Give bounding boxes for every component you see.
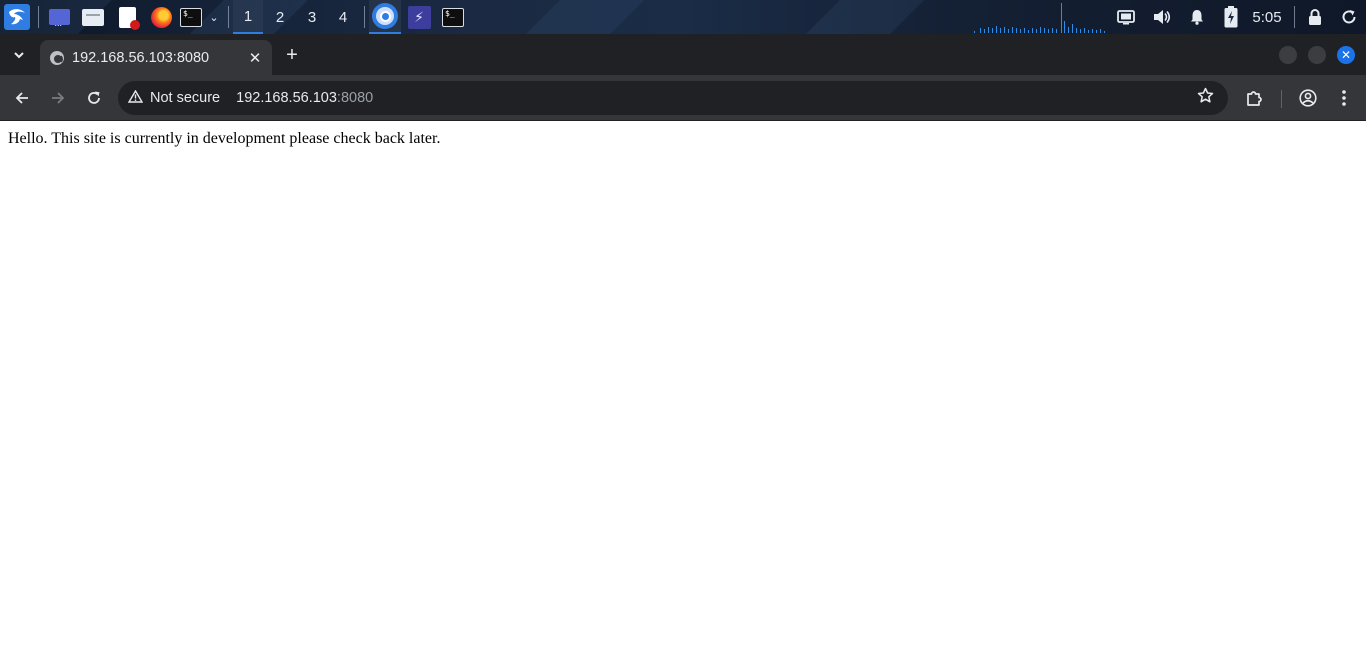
burp-icon: ⚡ [407,5,431,29]
taskbar-chromium-window[interactable] [369,0,401,34]
workspace-3[interactable]: 3 [297,0,327,34]
page-content: Hello. This site is currently in develop… [0,122,1366,654]
close-icon: ✕ [1340,48,1352,62]
taskbar-terminal-window[interactable]: $_ [439,0,467,34]
chromium-icon [372,3,398,29]
tab-search-button[interactable] [6,42,32,68]
profile-button[interactable] [1294,84,1322,112]
arrow-left-icon [15,92,28,104]
back-button[interactable] [8,84,36,112]
browser-toolbar: Not secure 192.168.56.103:8080 [0,75,1366,121]
url-host: 192.168.56.103 [236,90,337,106]
globe-icon [50,50,64,65]
workspace-1[interactable]: 1 [233,0,263,34]
volume-tray-button[interactable] [1147,0,1177,34]
more-vert-icon [1342,90,1346,106]
menu-button[interactable] [1330,84,1358,112]
show-desktop-button[interactable] [45,0,73,34]
tab-active[interactable]: 192.168.56.103:8080 ✕ [40,40,272,75]
cpu-graph [972,0,1112,34]
clock[interactable]: 5:05 [1246,0,1288,34]
volume-icon [1154,10,1171,24]
page-message: Hello. This site is currently in develop… [8,130,441,147]
taskbar-burp-window[interactable]: ⚡ [405,0,433,34]
url-text[interactable]: 192.168.56.103:8080 [236,90,373,106]
bell-icon [1191,10,1203,25]
terminal-launcher-button[interactable]: $_ [177,0,205,34]
puzzle-icon [1247,91,1262,106]
panel-separator [228,6,229,28]
arrow-right-icon [52,92,65,104]
text-editor-button[interactable] [113,0,141,34]
display-icon [1117,9,1135,24]
forward-button[interactable] [44,84,72,112]
chevron-down-icon: ⌄ [209,11,219,24]
new-tab-button[interactable]: + [280,43,304,67]
refresh-arrow-icon [1342,10,1356,24]
maximize-button[interactable] [1308,46,1326,64]
kali-menu-button[interactable] [3,0,31,34]
kali-dragon-icon [4,4,30,30]
desktop-icon [48,9,70,28]
tab-close-button[interactable]: ✕ [245,48,265,68]
text-editor-icon [118,6,140,30]
reload-icon [88,91,100,104]
star-icon [1197,87,1214,103]
browser-tab-strip: 192.168.56.103:8080 ✕ + ✕ [0,34,1366,75]
file-manager-icon [82,8,104,26]
panel-separator [38,6,39,28]
firefox-icon [150,6,172,28]
panel-separator [364,6,365,28]
display-tray-button[interactable] [1111,0,1141,34]
close-window-button[interactable]: ✕ [1337,46,1355,64]
url-port: :8080 [336,90,374,106]
top-panel: $_ ⌄ 1 2 3 4 ⚡ $_ 5:05 [0,0,1366,34]
battery-charging-icon [1224,6,1238,28]
terminal-icon: $_ [180,7,202,27]
lock-icon [1309,9,1321,25]
terminal-dropdown-button[interactable]: ⌄ [207,0,221,34]
lock-screen-button[interactable] [1300,0,1330,34]
workspace-4[interactable]: 4 [328,0,358,34]
panel-separator [1294,6,1295,28]
notifications-tray-button[interactable] [1182,0,1212,34]
extensions-button[interactable] [1240,84,1268,112]
firefox-button[interactable] [147,0,175,34]
reload-button[interactable] [80,84,108,112]
bookmark-button[interactable] [1197,87,1214,109]
account-icon [1299,89,1317,107]
toolbar-divider [1281,90,1282,108]
minimize-button[interactable] [1279,46,1297,64]
power-tray-button[interactable] [1216,0,1246,34]
address-bar[interactable]: Not secure 192.168.56.103:8080 [118,81,1228,115]
terminal-icon: $_ [442,7,464,27]
tab-title: 192.168.56.103:8080 [72,49,210,66]
workspace-2[interactable]: 2 [265,0,295,34]
warning-icon[interactable] [127,89,144,106]
chevron-down-icon [14,52,24,59]
file-manager-button[interactable] [79,0,107,34]
security-status[interactable]: Not secure [150,90,220,106]
logout-button[interactable] [1334,0,1364,34]
